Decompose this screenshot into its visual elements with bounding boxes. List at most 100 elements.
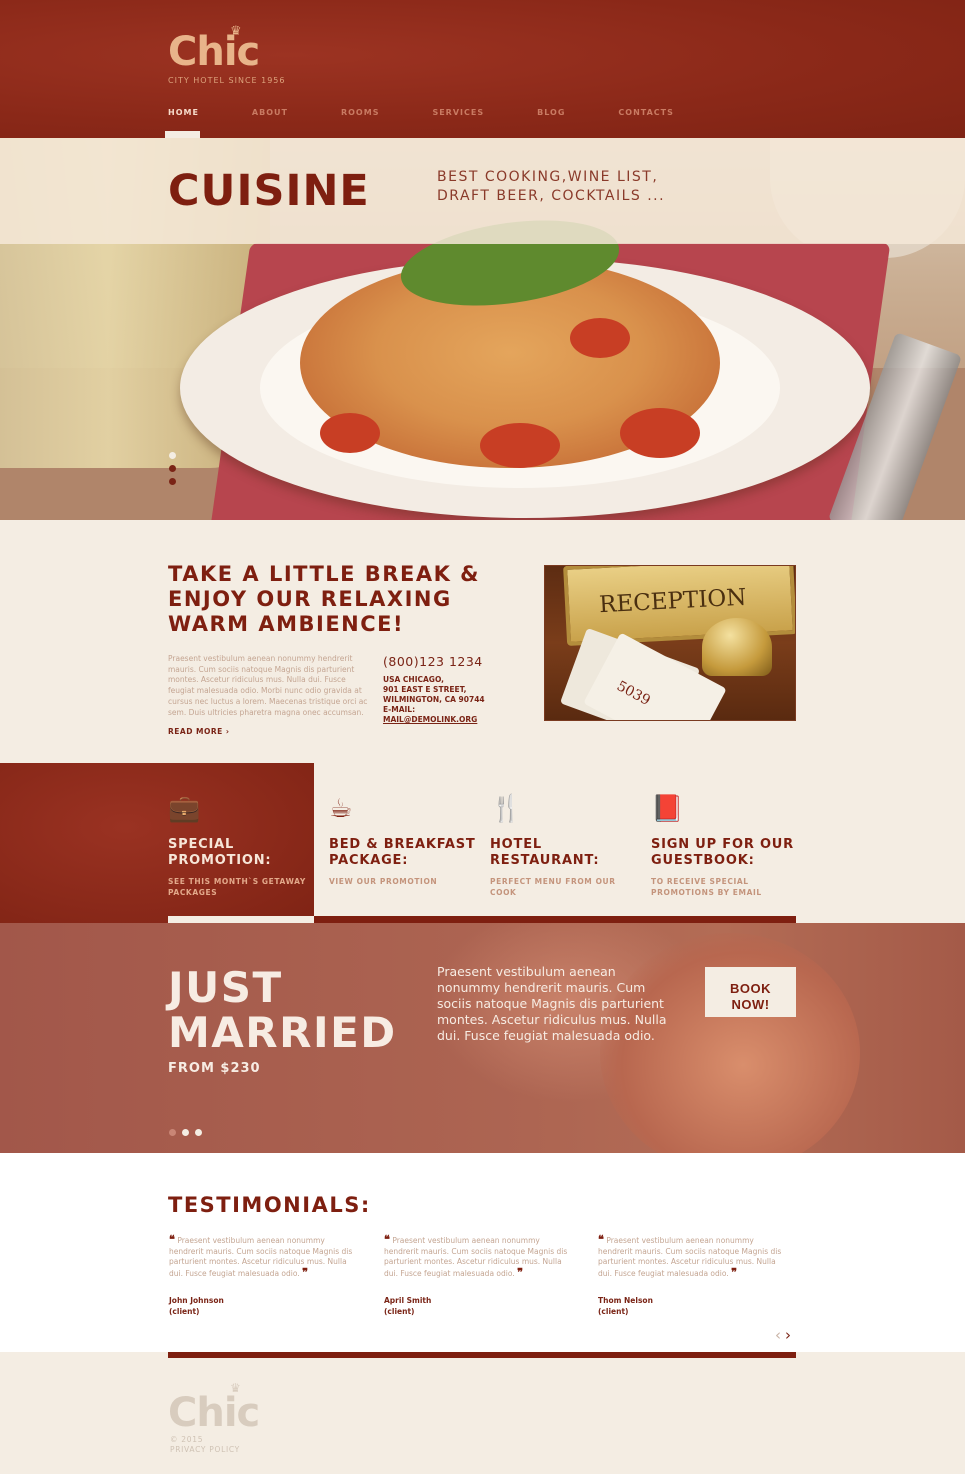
- book-button-line: BOOK: [730, 980, 771, 996]
- nav-item-rooms[interactable]: ROOMS: [341, 108, 379, 117]
- features-divider-active: [168, 916, 314, 923]
- reception-image: RECEPTION 5039: [544, 565, 796, 721]
- hero-title: CUISINE: [168, 166, 370, 216]
- slider-dot[interactable]: [182, 1129, 189, 1136]
- chevron-right-icon[interactable]: ›: [785, 1328, 791, 1343]
- testimonials-title: TESTIMONIALS:: [168, 1193, 371, 1217]
- testimonial-body: Praesent vestibulum aenean nonummy hendr…: [598, 1236, 782, 1279]
- close-quote-icon: ❞: [517, 1266, 524, 1280]
- suitcase-icon: 💼: [168, 794, 201, 824]
- footer-copyright: © 2015 PRIVACY POLICY: [170, 1435, 240, 1454]
- hero-tomato: [570, 318, 630, 358]
- address-line: USA CHICAGO,: [383, 675, 445, 684]
- promo-pagination: [169, 1129, 208, 1136]
- address-line: WILMINGTON, CA 90744: [383, 695, 485, 704]
- close-quote-icon: ❞: [302, 1266, 309, 1280]
- nav-item-home[interactable]: HOME: [168, 108, 199, 117]
- privacy-policy-link[interactable]: PRIVACY POLICY: [170, 1445, 240, 1455]
- feature-hotel-restaurant[interactable]: 🍴 HOTEL RESTAURANT: PERFECT MENU FROM OU…: [490, 793, 640, 898]
- open-quote-icon: ❝: [384, 1233, 390, 1246]
- bell-icon: [702, 618, 772, 676]
- testimonial-role: (client): [598, 1306, 629, 1316]
- hero-tomato: [480, 423, 560, 468]
- slider-dot[interactable]: [169, 452, 176, 459]
- site-header: ♛ Chic CITY HOTEL SINCE 1956 HOME ABOUT …: [0, 0, 965, 138]
- nav-active-indicator: [165, 131, 200, 138]
- slider-dot[interactable]: [169, 465, 176, 472]
- hero-slider: CUISINE BEST COOKING,WINE LIST, DRAFT BE…: [0, 138, 965, 520]
- reception-sign-text: RECEPTION: [598, 584, 748, 619]
- logo-tagline: CITY HOTEL SINCE 1956: [168, 76, 286, 85]
- nav-item-contacts[interactable]: CONTACTS: [618, 108, 673, 117]
- copyright-text: © 2015: [170, 1435, 204, 1444]
- testimonial-name: April Smith: [384, 1295, 432, 1305]
- nav-item-about[interactable]: ABOUT: [252, 108, 288, 117]
- testimonial-item: ❝ Praesent vestibulum aenean nonummy hen…: [169, 1233, 354, 1316]
- slider-dot[interactable]: [169, 478, 176, 485]
- hero-subtitle: BEST COOKING,WINE LIST, DRAFT BEER, COCK…: [437, 169, 666, 204]
- slider-dot[interactable]: [169, 1129, 176, 1136]
- logo[interactable]: ♛ Chic CITY HOTEL SINCE 1956: [168, 24, 286, 85]
- feature-subtitle: TO RECEIVE SPECIAL PROMOTIONS BY EMAIL: [651, 877, 762, 897]
- fork-knife-icon: 🍴: [490, 794, 523, 824]
- feature-bed-breakfast[interactable]: ☕ BED & BREAKFAST PACKAGE: VIEW OUR PROM…: [329, 793, 479, 887]
- email-label: E-MAIL:: [383, 705, 416, 714]
- testimonial-text: ❝ Praesent vestibulum aenean nonummy hen…: [598, 1233, 783, 1280]
- testimonial-name: Thom Nelson: [598, 1295, 653, 1305]
- slider-dot[interactable]: [195, 1129, 202, 1136]
- testimonial-item: ❝ Praesent vestibulum aenean nonummy hen…: [598, 1233, 783, 1316]
- promo-slider: JUST MARRIED FROM $230 Praesent vestibul…: [0, 923, 965, 1153]
- feature-title: SIGN UP FOR OUR GUESTBOOK:: [651, 837, 794, 868]
- testimonial-body: Praesent vestibulum aenean nonummy hendr…: [384, 1236, 568, 1279]
- promo-text: Praesent vestibulum aenean nonummy hendr…: [437, 964, 667, 1043]
- book-now-button[interactable]: BOOK NOW!: [705, 967, 796, 1017]
- logo-text: Chic: [168, 29, 260, 75]
- open-quote-icon: ❝: [169, 1233, 175, 1246]
- nav-item-blog[interactable]: BLOG: [537, 108, 565, 117]
- hero-tomato: [320, 413, 380, 453]
- promo-title: JUST MARRIED: [168, 965, 397, 1055]
- hero-tomato: [620, 408, 700, 458]
- testimonial-role: (client): [169, 1306, 200, 1316]
- promo-price: FROM $230: [168, 1061, 261, 1076]
- feature-title: BED & BREAKFAST PACKAGE:: [329, 837, 476, 868]
- footer-divider: [168, 1352, 796, 1358]
- promo-title-line: MARRIED: [168, 1008, 397, 1057]
- chevron-left-icon[interactable]: ‹: [775, 1328, 781, 1343]
- hero-pagination: [169, 452, 176, 491]
- read-more-link[interactable]: READ MORE ›: [168, 727, 230, 736]
- testimonial-item: ❝ Praesent vestibulum aenean nonummy hen…: [384, 1233, 569, 1316]
- testimonial-body: Praesent vestibulum aenean nonummy hendr…: [169, 1236, 353, 1279]
- book-button-line: NOW!: [731, 996, 770, 1012]
- testimonial-role: (client): [384, 1306, 415, 1316]
- promo-title-line: JUST: [168, 963, 283, 1012]
- feature-special-promotion[interactable]: 💼 SPECIAL PROMOTION: SEE THIS MONTH`S GE…: [168, 793, 318, 898]
- cup-icon: ☕: [329, 794, 353, 824]
- about-text: Praesent vestibulum aenean nonummy hendr…: [168, 654, 368, 717]
- main-nav: HOME ABOUT ROOMS SERVICES BLOG CONTACTS: [168, 108, 727, 117]
- testimonial-text: ❝ Praesent vestibulum aenean nonummy hen…: [169, 1233, 354, 1280]
- key-card-number: 5039: [613, 678, 653, 710]
- close-quote-icon: ❞: [731, 1266, 738, 1280]
- email-link[interactable]: MAIL@DEMOLINK.ORG: [383, 715, 485, 725]
- nav-item-services[interactable]: SERVICES: [432, 108, 484, 117]
- address-line: 901 EAST E STREET,: [383, 685, 467, 694]
- feature-subtitle: PERFECT MENU FROM OUR COOK: [490, 877, 616, 897]
- testimonials-arrows: ‹ ›: [775, 1328, 795, 1343]
- feature-subtitle: VIEW OUR PROMOTION: [329, 877, 438, 886]
- open-quote-icon: ❝: [598, 1233, 604, 1246]
- contact-address: USA CHICAGO, 901 EAST E STREET, WILMINGT…: [383, 675, 485, 725]
- crown-icon: ♛: [230, 24, 242, 39]
- footer-logo[interactable]: Chic: [168, 1390, 260, 1436]
- about-title: TAKE A LITTLE BREAK & ENJOY OUR RELAXING…: [168, 562, 480, 636]
- contact-phone: (800)123 1234: [383, 654, 483, 669]
- feature-guestbook[interactable]: 📕 SIGN UP FOR OUR GUESTBOOK: TO RECEIVE …: [651, 793, 801, 898]
- testimonial-name: John Johnson: [169, 1295, 224, 1305]
- features-row: 💼 SPECIAL PROMOTION: SEE THIS MONTH`S GE…: [0, 763, 965, 923]
- chevron-right-icon: ›: [225, 727, 230, 736]
- book-icon: 📕: [651, 794, 684, 824]
- read-more-label: READ MORE: [168, 727, 223, 736]
- testimonials-section: TESTIMONIALS: ❝ Praesent vestibulum aene…: [0, 1153, 965, 1352]
- feature-title: SPECIAL PROMOTION:: [168, 837, 272, 868]
- testimonial-text: ❝ Praesent vestibulum aenean nonummy hen…: [384, 1233, 569, 1280]
